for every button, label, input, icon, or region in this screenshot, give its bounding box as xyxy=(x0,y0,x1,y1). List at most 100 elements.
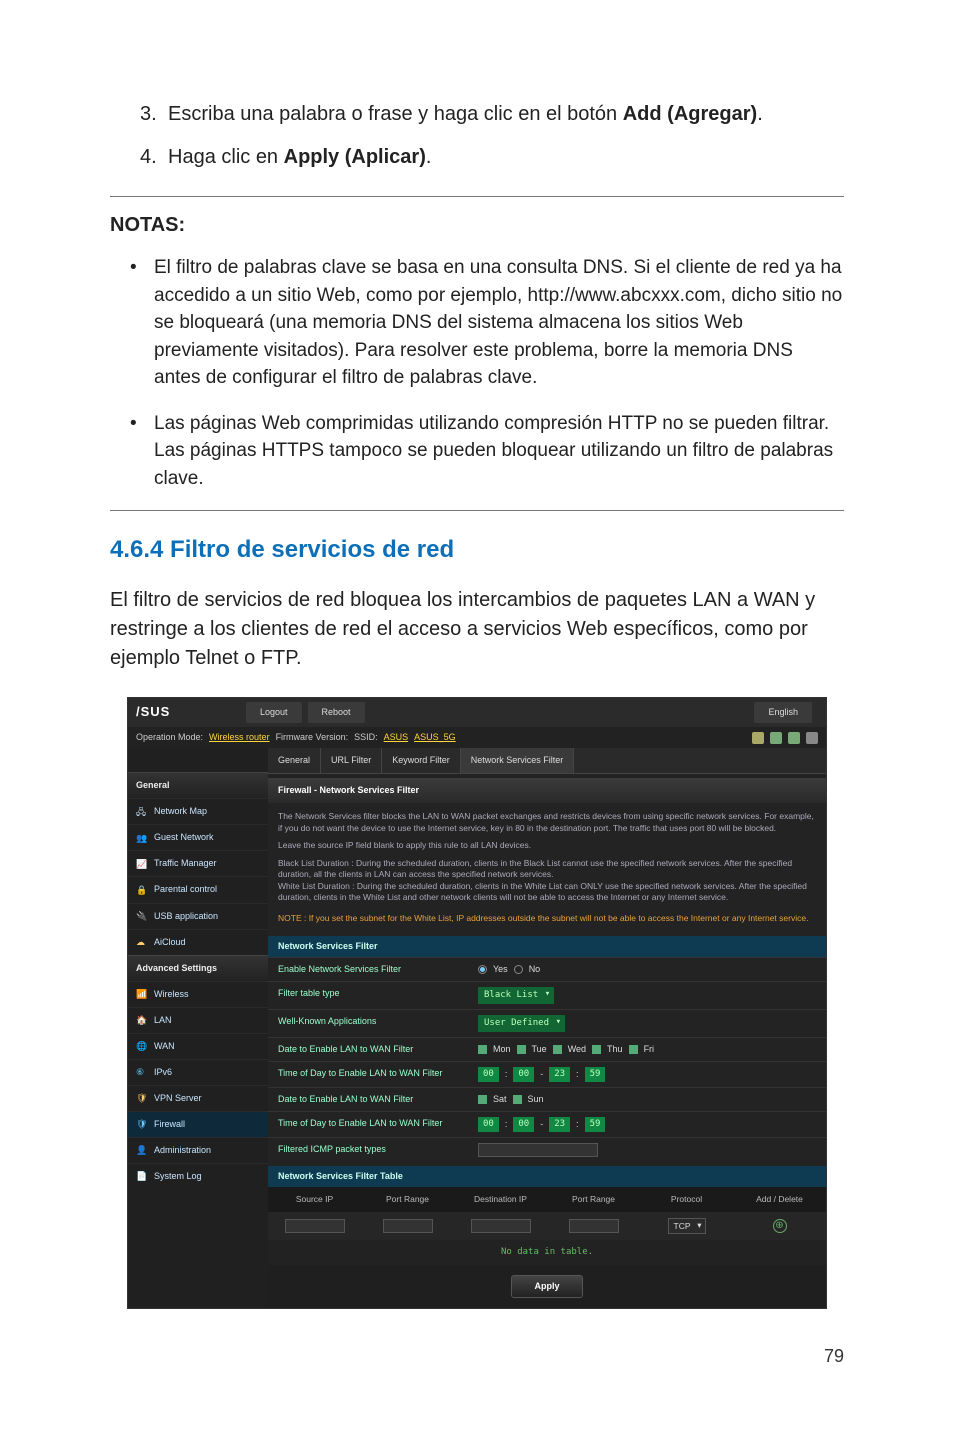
cloud-icon: ☁ xyxy=(136,936,148,948)
op-mode-value[interactable]: Wireless router xyxy=(209,731,270,744)
destination-ip-input[interactable] xyxy=(471,1219,531,1233)
sidebar-item-ipv6[interactable]: ⑥IPv6 xyxy=(128,1059,268,1085)
sidebar-item-administration[interactable]: 👤Administration xyxy=(128,1137,268,1163)
network-map-icon: 🖧 xyxy=(136,806,148,818)
protocol-select[interactable]: TCP xyxy=(668,1218,706,1234)
divider xyxy=(110,196,844,197)
checkbox-sat[interactable] xyxy=(478,1095,487,1104)
numbered-instructions: 3. Escriba una palabra o frase y haga cl… xyxy=(140,100,844,172)
time-hh-end[interactable]: 23 xyxy=(549,1067,570,1082)
sidebar-item-label: System Log xyxy=(154,1170,202,1183)
device-icon[interactable] xyxy=(806,732,818,744)
port-range-1-input[interactable] xyxy=(383,1219,433,1233)
router-main: General 🖧Network Map 👥Guest Network 📈 Tra… xyxy=(128,748,826,1308)
sidebar-item-usb-application[interactable]: 🔌USB application xyxy=(128,903,268,929)
th-destination-ip: Destination IP xyxy=(454,1191,547,1207)
sidebar-item-wireless[interactable]: 📶Wireless xyxy=(128,981,268,1007)
instruction-bold: Add (Agregar) xyxy=(623,103,757,125)
time-mm-start[interactable]: 00 xyxy=(513,1067,534,1082)
sidebar-item-network-map[interactable]: 🖧Network Map xyxy=(128,798,268,824)
reboot-button[interactable]: Reboot xyxy=(308,702,365,723)
tab-url-filter[interactable]: URL Filter xyxy=(321,748,382,773)
filter-table-type-label: Filter table type xyxy=(268,982,468,1009)
signal-icon[interactable] xyxy=(770,732,782,744)
logout-button[interactable]: Logout xyxy=(246,702,302,723)
day-label: Mon xyxy=(493,1043,511,1056)
time-mm-end[interactable]: 59 xyxy=(585,1067,606,1082)
enable-filter-value: Yes No xyxy=(468,958,826,981)
radio-no[interactable] xyxy=(514,965,523,974)
source-ip-input[interactable] xyxy=(285,1219,345,1233)
sidebar-item-lan[interactable]: 🏠 LAN xyxy=(128,1007,268,1033)
traffic-icon: 📈 xyxy=(136,858,148,870)
port-range-2-input[interactable] xyxy=(569,1219,619,1233)
shield-icon: 🛡 xyxy=(136,1118,148,1130)
time-hh-start-2[interactable]: 00 xyxy=(478,1117,499,1132)
bullet-text: El filtro de palabras clave se basa en u… xyxy=(154,254,844,392)
instruction-bold: Apply (Aplicar) xyxy=(284,146,426,168)
language-selector[interactable]: English xyxy=(754,702,812,723)
vpn-icon: 🛡 xyxy=(136,1092,148,1104)
sidebar-item-label: LAN xyxy=(154,1014,172,1027)
tab-network-services-filter[interactable]: Network Services Filter xyxy=(461,748,575,773)
sidebar-item-guest-network[interactable]: 👥Guest Network xyxy=(128,824,268,850)
time-enable-1-label: Time of Day to Enable LAN to WAN Filter xyxy=(268,1062,468,1087)
th-source-ip: Source IP xyxy=(268,1191,361,1207)
time-mm-end-2[interactable]: 59 xyxy=(585,1117,606,1132)
checkbox-tue[interactable] xyxy=(517,1045,526,1054)
bullet-dot: • xyxy=(130,254,154,392)
sidebar-item-wan[interactable]: 🌐WAN xyxy=(128,1033,268,1059)
lock-icon: 🔒 xyxy=(136,884,148,896)
panel-warning: NOTE : If you set the subnet for the Whi… xyxy=(268,912,826,932)
sidebar-item-system-log[interactable]: 📄System Log xyxy=(128,1163,268,1189)
tab-general[interactable]: General xyxy=(268,748,321,773)
day-label: Tue xyxy=(532,1043,547,1056)
sidebar-item-traffic-manager[interactable]: 📈 Traffic Manager xyxy=(128,850,268,876)
checkbox-wed[interactable] xyxy=(553,1045,562,1054)
sidebar-item-label: Traffic Manager xyxy=(154,857,217,870)
brand-logo: /SUS xyxy=(136,703,246,722)
note-bullet: • El filtro de palabras clave se basa en… xyxy=(130,254,844,392)
sidebar-item-aicloud[interactable]: ☁AiCloud xyxy=(128,929,268,955)
instruction-number: 3. xyxy=(140,100,168,129)
day-label: Wed xyxy=(568,1043,586,1056)
ssid-2[interactable]: ASUS_5G xyxy=(414,731,456,744)
bullet-text: Las páginas Web comprimidas utilizando c… xyxy=(154,410,844,493)
tab-keyword-filter[interactable]: Keyword Filter xyxy=(382,748,461,773)
time-mm-start-2[interactable]: 00 xyxy=(513,1117,534,1132)
filter-table-header: Source IP Port Range Destination IP Port… xyxy=(268,1187,826,1211)
router-sidebar: General 🖧Network Map 👥Guest Network 📈Tra… xyxy=(128,748,268,1308)
table-section-header: Network Services Filter Table xyxy=(268,1166,826,1187)
checkbox-sun[interactable] xyxy=(513,1095,522,1104)
th-port-range-2: Port Range xyxy=(547,1191,640,1207)
sidebar-item-label: WAN xyxy=(154,1040,175,1053)
checkbox-thu[interactable] xyxy=(592,1045,601,1054)
sidebar-group-advanced: Advanced Settings xyxy=(128,955,268,981)
time-hh-start[interactable]: 00 xyxy=(478,1067,499,1082)
row-date-enable-1: Date to Enable LAN to WAN Filter Mon Tue… xyxy=(268,1037,826,1061)
ssid-1[interactable]: ASUS xyxy=(384,731,409,744)
lan-icon: 🏠 xyxy=(136,1014,148,1026)
fw-label: Firmware Version: xyxy=(276,731,349,744)
icmp-filter-input[interactable] xyxy=(478,1143,598,1157)
well-known-apps-select[interactable]: User Defined xyxy=(478,1015,565,1032)
desc-line: The Network Services filter blocks the L… xyxy=(278,811,816,834)
filter-table-type-select[interactable]: Black List xyxy=(478,987,554,1004)
sidebar-item-parental-control[interactable]: 🔒Parental control xyxy=(128,876,268,902)
panel-title: Firewall - Network Services Filter xyxy=(268,778,826,803)
radio-yes[interactable] xyxy=(478,965,487,974)
sidebar-item-vpn-server[interactable]: 🛡VPN Server xyxy=(128,1085,268,1111)
day-label: Sat xyxy=(493,1093,507,1106)
usb-icon[interactable] xyxy=(788,732,800,744)
time-hh-end-2[interactable]: 23 xyxy=(549,1117,570,1132)
date-enable-1-label: Date to Enable LAN to WAN Filter xyxy=(268,1038,468,1061)
checkbox-mon[interactable] xyxy=(478,1045,487,1054)
sidebar-item-firewall[interactable]: 🛡Firewall xyxy=(128,1111,268,1137)
desc-line: Leave the source IP field blank to apply… xyxy=(278,840,816,851)
apply-button[interactable]: Apply xyxy=(511,1275,582,1298)
day-label: Thu xyxy=(607,1043,623,1056)
instruction-prefix: Haga clic en xyxy=(168,146,284,168)
user-icon[interactable] xyxy=(752,732,764,744)
checkbox-fri[interactable] xyxy=(629,1045,638,1054)
add-row-button[interactable]: ⊕ xyxy=(773,1219,787,1233)
